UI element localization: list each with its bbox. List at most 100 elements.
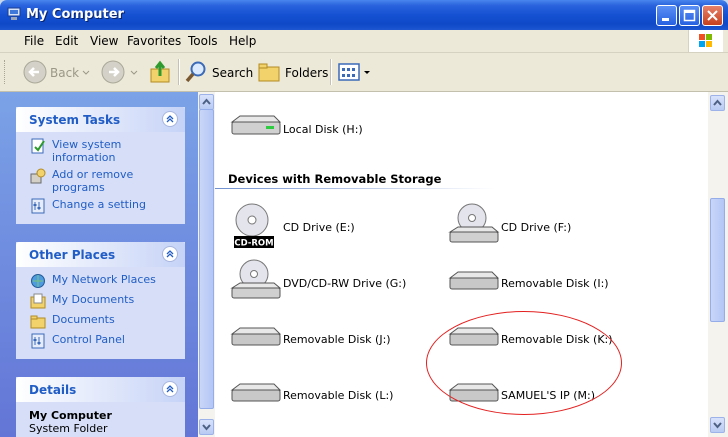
back-button[interactable]: Back <box>20 59 96 85</box>
scroll-up-button[interactable] <box>199 94 214 110</box>
scroll-thumb[interactable] <box>199 109 214 409</box>
search-label: Search <box>212 66 254 80</box>
chevron-down-icon <box>202 424 211 431</box>
close-icon <box>707 10 718 21</box>
task-label: Change a setting <box>52 198 146 211</box>
folders-button[interactable]: Folders <box>256 59 328 85</box>
system-tasks-panel: System Tasks View system information Add… <box>16 107 185 224</box>
task-change-setting[interactable]: Change a setting <box>28 198 177 218</box>
panel-title: Other Places <box>29 248 116 262</box>
cd-drive-icon <box>448 203 500 243</box>
removable-disk-icon <box>230 327 282 346</box>
search-button[interactable]: Search <box>184 59 254 85</box>
menu-edit[interactable]: Edit <box>55 34 78 48</box>
place-documents[interactable]: Documents <box>28 313 177 333</box>
drive-item[interactable]: DVD/CD-RW Drive (G:) <box>230 258 440 306</box>
up-folder-button[interactable] <box>148 59 174 85</box>
drive-label: Removable Disk (J:) <box>283 333 391 346</box>
control-panel-icon <box>30 198 46 214</box>
hard-disk-icon <box>230 115 282 135</box>
add-remove-programs-icon <box>30 168 46 184</box>
menu-view[interactable]: View <box>90 34 118 48</box>
place-label: Documents <box>52 313 115 326</box>
group-title: Devices with Removable Storage <box>228 172 442 186</box>
content-scrollbar[interactable] <box>708 92 728 437</box>
collapse-chevron-icon[interactable] <box>162 111 178 127</box>
task-add-remove-programs[interactable]: Add or remove programs <box>28 168 177 194</box>
toolbar-grip[interactable] <box>4 60 8 84</box>
group-divider <box>215 188 495 189</box>
details-header[interactable]: Details <box>16 377 185 402</box>
place-my-documents[interactable]: My Documents <box>28 293 177 313</box>
system-tasks-header[interactable]: System Tasks <box>16 107 185 132</box>
folder-icon <box>30 313 46 329</box>
my-documents-icon <box>30 293 46 309</box>
views-button[interactable] <box>336 59 370 85</box>
drive-label: Removable Disk (L:) <box>283 389 394 402</box>
menu-help[interactable]: Help <box>229 34 256 48</box>
other-places-panel: Other Places My Network Places My Docume… <box>16 242 185 359</box>
task-view-system-info[interactable]: View system information <box>28 138 177 164</box>
scroll-thumb[interactable] <box>710 198 725 322</box>
windows-logo-icon <box>688 30 723 52</box>
drive-label: CD Drive (F:) <box>501 221 572 234</box>
minimize-button[interactable] <box>656 5 677 26</box>
forward-button[interactable] <box>100 59 142 85</box>
other-places-header[interactable]: Other Places <box>16 242 185 267</box>
scroll-down-button[interactable] <box>199 419 214 435</box>
collapse-chevron-icon[interactable] <box>162 381 178 397</box>
menu-favorites[interactable]: Favorites <box>127 34 181 48</box>
place-my-network-places[interactable]: My Network Places <box>28 273 177 293</box>
details-panel: Details My Computer System Folder <box>16 377 185 437</box>
maximize-button[interactable] <box>679 5 700 26</box>
task-pane: System Tasks View system information Add… <box>0 92 198 437</box>
scroll-up-button[interactable] <box>710 95 725 111</box>
place-label: My Documents <box>52 293 135 306</box>
drive-item[interactable]: Removable Disk (I:) <box>448 258 658 306</box>
chevron-down-icon <box>130 70 138 75</box>
toolbar-separator <box>178 59 180 85</box>
drive-item[interactable]: Removable Disk (L:) <box>230 370 440 418</box>
menu-tools[interactable]: Tools <box>188 34 218 48</box>
title-bar[interactable]: My Computer <box>0 0 728 30</box>
chevron-down-icon <box>364 71 370 74</box>
chevron-down-icon <box>82 70 90 75</box>
collapse-chevron-icon[interactable] <box>162 246 178 262</box>
folders-icon <box>258 63 280 82</box>
system-info-icon <box>30 138 46 154</box>
place-control-panel[interactable]: Control Panel <box>28 333 177 353</box>
chevron-down-icon <box>713 422 722 429</box>
chevron-up-icon <box>713 99 722 106</box>
task-pane-scrollbar[interactable] <box>198 92 215 437</box>
control-panel-icon <box>30 333 46 349</box>
drive-item[interactable]: Local Disk (H:) <box>230 104 440 152</box>
views-icon <box>338 63 360 81</box>
panel-title: System Tasks <box>29 113 121 127</box>
drive-label: Removable Disk (I:) <box>501 277 609 290</box>
removable-disk-icon <box>448 271 500 290</box>
details-type: System Folder <box>29 422 108 435</box>
task-label: Add or remove programs <box>52 168 134 194</box>
search-icon <box>185 61 206 83</box>
close-button[interactable] <box>702 5 723 26</box>
drive-item[interactable]: CD-ROM CD Drive (E:) <box>230 202 440 250</box>
place-label: My Network Places <box>52 273 156 286</box>
cd-rom-icon: CD-ROM <box>234 203 274 249</box>
drive-label: Local Disk (H:) <box>283 123 363 136</box>
drive-label: DVD/CD-RW Drive (G:) <box>283 277 407 290</box>
scroll-down-button[interactable] <box>710 417 725 433</box>
svg-text:CD-ROM: CD-ROM <box>234 239 273 249</box>
my-computer-icon <box>6 7 22 21</box>
dvd-drive-icon <box>230 259 282 299</box>
maximize-icon <box>683 9 696 22</box>
removable-disk-icon <box>230 383 282 402</box>
forward-arrow-icon <box>101 60 125 84</box>
drive-label: CD Drive (E:) <box>283 221 355 234</box>
folders-label: Folders <box>285 66 329 80</box>
minimize-icon <box>662 18 669 21</box>
panel-title: Details <box>29 383 77 397</box>
chevron-up-icon <box>202 98 211 105</box>
menu-file[interactable]: File <box>24 34 44 48</box>
drive-item[interactable]: CD Drive (F:) <box>448 202 658 250</box>
drive-item[interactable]: Removable Disk (J:) <box>230 314 440 362</box>
